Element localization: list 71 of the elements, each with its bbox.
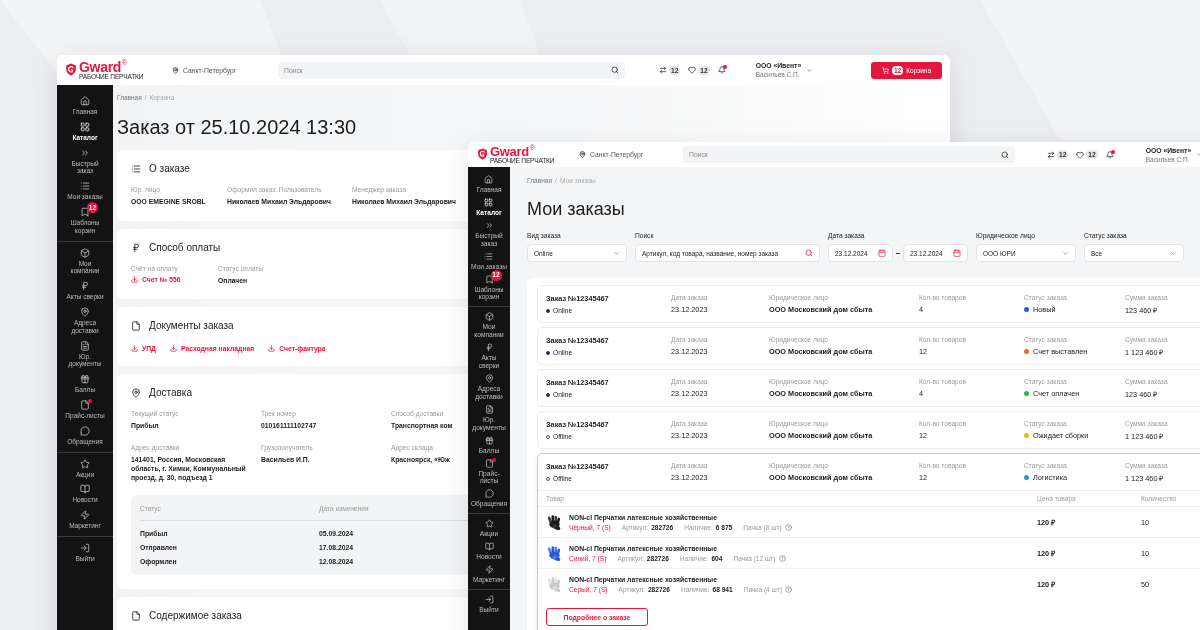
download-icon — [131, 275, 138, 283]
map-pin-icon — [80, 306, 90, 317]
download-icon — [131, 344, 138, 352]
file-icon — [80, 399, 90, 410]
search-icon[interactable] — [1001, 150, 1009, 159]
map-pin-icon — [579, 151, 586, 158]
map-pin-icon — [131, 387, 141, 398]
chevron-down-icon — [1062, 249, 1069, 257]
heart-icon[interactable] — [1076, 150, 1085, 159]
document-icon — [80, 340, 90, 351]
search-icon — [805, 249, 813, 258]
bookmark-icon — [80, 207, 90, 217]
section-title: Документы заказа — [149, 320, 234, 331]
ruble-icon — [80, 281, 90, 292]
star-icon — [484, 519, 494, 529]
arrow-bracket-icon — [484, 594, 494, 604]
file-icon — [131, 611, 141, 622]
arrow-bracket-icon — [80, 542, 90, 553]
gift-icon — [80, 374, 90, 385]
ruble-icon — [484, 343, 494, 353]
chevron-down-icon — [613, 249, 620, 257]
section-title: Доставка — [149, 387, 192, 398]
shield-logo-icon — [477, 148, 488, 161]
file-icon — [484, 458, 494, 468]
compare-icon[interactable] — [1047, 150, 1055, 159]
heart-icon[interactable] — [688, 66, 697, 74]
home-icon — [80, 96, 90, 106]
double-chevron-icon — [80, 147, 90, 158]
logo-text: Gward — [490, 144, 529, 158]
grid-icon — [484, 197, 494, 207]
search-icon[interactable] — [611, 66, 619, 74]
double-chevron-icon — [484, 220, 494, 230]
lightning-icon — [484, 565, 494, 575]
home-icon — [484, 175, 494, 184]
map-pin-icon — [172, 66, 179, 74]
logo-text: Gward — [79, 59, 122, 74]
list-icon — [484, 251, 494, 261]
range-dash — [896, 252, 900, 254]
ruble-icon — [131, 242, 141, 253]
bell-icon[interactable] — [717, 66, 726, 74]
calendar-icon — [878, 249, 886, 258]
open-book-icon — [484, 542, 494, 552]
cube-icon — [80, 247, 90, 258]
chat-bubble-icon — [484, 489, 494, 499]
gift-icon — [484, 435, 494, 445]
map-pin-icon — [484, 373, 494, 383]
section-title: Способ оплаты — [149, 242, 221, 253]
file-icon — [131, 320, 141, 331]
calendar-icon — [953, 249, 961, 258]
chevron-down-icon — [1170, 249, 1177, 257]
compare-icon[interactable] — [659, 66, 667, 74]
document-icon — [484, 404, 494, 414]
page-title: Мои заказы — [527, 198, 626, 221]
order-card[interactable] — [537, 453, 1200, 630]
bookmark-icon — [484, 274, 494, 284]
list-icon — [80, 181, 90, 192]
open-book-icon — [80, 484, 90, 495]
shield-logo-icon — [65, 63, 77, 77]
page-title: Заказ от 25.10.2024 13:30 — [117, 115, 358, 140]
list-icon — [131, 164, 141, 175]
section-title: Содержимое заказа — [149, 611, 242, 622]
section-title: О заказе — [149, 164, 190, 175]
cart-icon — [881, 66, 889, 74]
download-icon — [169, 344, 177, 352]
chat-bubble-icon — [80, 425, 90, 436]
lightning-icon — [80, 510, 90, 521]
download-icon — [268, 344, 276, 352]
grid-icon — [80, 121, 90, 132]
bell-icon[interactable] — [1105, 150, 1114, 159]
star-icon — [80, 458, 90, 469]
cube-icon — [484, 312, 494, 322]
